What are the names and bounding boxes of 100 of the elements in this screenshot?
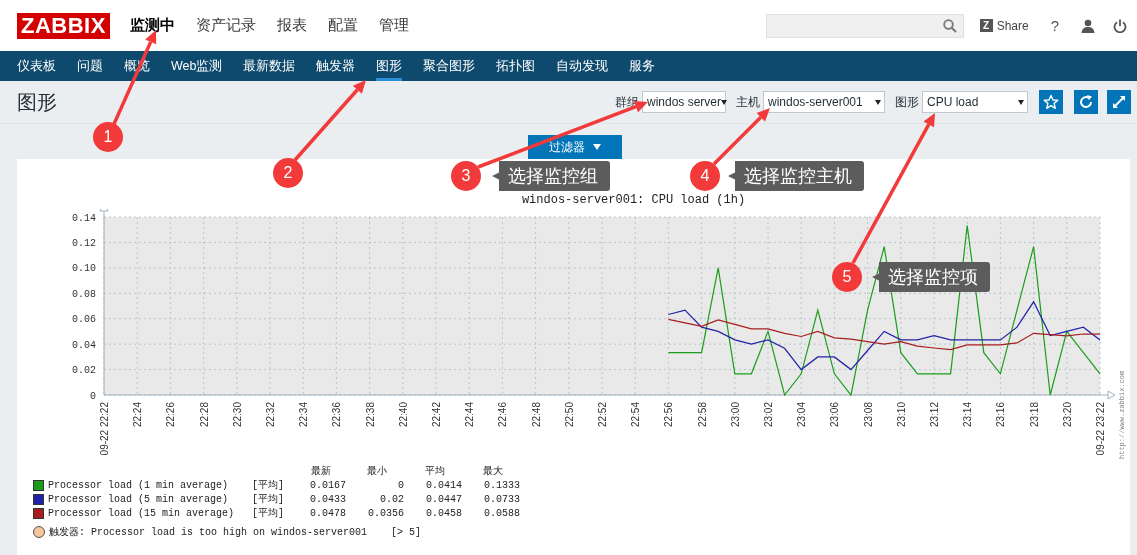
legend-value: 0.0167	[309, 479, 346, 492]
nav-item[interactable]: 聚合图形	[423, 51, 476, 81]
help-button[interactable]: ?	[1046, 15, 1063, 36]
y-tick-label: 0.06	[72, 314, 96, 326]
y-tick-label: 0.08	[72, 288, 96, 300]
y-tick-label: 0.10	[72, 263, 96, 275]
nav-item[interactable]: 服务	[629, 51, 656, 81]
x-tick-label: 22:24	[132, 402, 144, 428]
x-tick-label: 22:40	[397, 402, 409, 428]
legend-value: 0.0588	[483, 507, 520, 520]
nav-item[interactable]: 拓扑图	[496, 51, 536, 81]
x-tick-label: 22:46	[497, 402, 509, 428]
fullscreen-button[interactable]	[1107, 90, 1131, 114]
main-menu-item[interactable]: 报表	[276, 16, 307, 35]
x-tick-label: 22:28	[198, 402, 210, 428]
x-tick-label: 22:30	[231, 402, 243, 428]
x-tick-label: 22:44	[464, 402, 476, 428]
x-tick-label: 22:42	[431, 402, 442, 428]
legend-value: 0.0478	[309, 507, 346, 520]
zabbix-share-icon: Z	[979, 19, 993, 32]
annotation-callout: 选择监控组	[492, 161, 610, 191]
main-menu-item[interactable]: 资产记录	[195, 16, 256, 35]
nav-item[interactable]: 触发器	[316, 51, 356, 81]
main-menu-item[interactable]: 配置	[327, 16, 358, 35]
nav-item[interactable]: 最新数据	[243, 51, 296, 81]
dropdown-arrow-icon	[721, 99, 728, 105]
dropdown[interactable]: CPU load	[922, 91, 1028, 113]
legend-column-header: 最新	[310, 465, 332, 478]
y-tick-label: 0	[90, 390, 96, 402]
x-tick-label: 22:54	[630, 402, 642, 428]
trigger-text: 触发器: Processor load is too high on windos-server001	[49, 526, 368, 539]
x-tick-label: 22:56	[663, 402, 675, 428]
legend-column-header: 最大	[482, 465, 504, 478]
y-tick-label: 0.02	[72, 365, 96, 377]
legend-column-header: 平均	[424, 465, 446, 478]
filter-label: 图形	[895, 93, 919, 111]
x-tick-label: 22:34	[298, 402, 310, 428]
legend-value: 0.1333	[483, 479, 520, 492]
trigger-threshold: [> 5]	[391, 526, 422, 538]
x-tick-label: 22:50	[563, 402, 575, 428]
x-tick-label: 23:00	[729, 402, 741, 428]
nav-item[interactable]: 自动发现	[556, 51, 609, 81]
legend-item-name: Processor load (1 min average)	[48, 479, 230, 492]
zabbix-logo[interactable]: ZABBIX	[17, 12, 110, 39]
refresh-icon	[1078, 94, 1094, 110]
search-field[interactable]	[765, 13, 964, 38]
x-tick-label: 23:04	[796, 402, 808, 428]
legend-item-name: Processor load (15 min average)	[48, 507, 236, 520]
y-tick-label: 0.04	[72, 339, 96, 351]
legend-value: 0.0447	[425, 493, 462, 506]
step-number-badge: 1	[93, 122, 123, 152]
nav-item[interactable]: 图形	[376, 51, 403, 81]
legend-value: 0.0733	[483, 493, 520, 506]
annotation-callout: 选择监控主机	[728, 161, 864, 191]
user-icon[interactable]	[1081, 18, 1095, 33]
x-tick-label: 23:10	[895, 402, 907, 428]
power-icon[interactable]	[1113, 18, 1127, 33]
main-menu-item[interactable]: 监测中	[129, 16, 175, 35]
legend-value: 0.0458	[425, 507, 462, 520]
x-tick-label: 23:02	[763, 402, 774, 428]
annotation-callout: 选择监控项	[872, 262, 990, 292]
legend-column-header: 最小	[366, 465, 388, 478]
favourite-button[interactable]	[1039, 90, 1063, 114]
legend-item-name: Processor load (5 min average)	[48, 493, 230, 506]
x-tick-label: 22:48	[530, 402, 542, 428]
arrow	[712, 108, 770, 166]
legend-value: 0.0414	[425, 479, 462, 492]
x-tick-label: 22:36	[331, 402, 343, 428]
legend-value: 0.0356	[367, 507, 404, 520]
x-tick-label: 23:18	[1028, 402, 1040, 428]
filter-tab[interactable]: 过滤器	[528, 135, 622, 159]
dropdown-arrow-icon	[875, 99, 881, 105]
legend-value: 0.0433	[309, 493, 346, 506]
nav-item[interactable]: 问题	[77, 51, 103, 81]
share-button[interactable]: Z Share	[977, 16, 1031, 35]
main-menu-item[interactable]: 管理	[378, 16, 409, 35]
x-tick-label: 22:26	[165, 402, 177, 428]
star-icon	[1043, 94, 1059, 110]
search-icon[interactable]	[942, 18, 957, 33]
y-tick-label: 0.14	[72, 212, 96, 224]
x-tick-label: 09-22 23:22	[1095, 402, 1106, 456]
x-tick-label: 23:12	[929, 402, 940, 428]
filter-label: 主机	[736, 93, 760, 111]
x-tick-label: 22:32	[265, 402, 276, 428]
legend-function: [平均]	[252, 479, 285, 492]
y-tick-label: 0.12	[72, 237, 96, 249]
dropdown[interactable]: windos server	[642, 91, 726, 113]
fullscreen-icon	[1111, 94, 1127, 110]
dropdown[interactable]: windos-server001	[763, 91, 885, 113]
graph-title: windos-server001: CPU load (1h)	[521, 193, 746, 207]
x-tick-label: 23:20	[1061, 402, 1073, 428]
refresh-button[interactable]	[1074, 90, 1098, 114]
x-tick-label: 22:38	[364, 402, 376, 428]
legend-function: [平均]	[252, 507, 285, 520]
nav-item[interactable]: Web监测	[171, 51, 223, 81]
legend-function: [平均]	[252, 493, 285, 506]
caret-icon	[593, 144, 601, 150]
page-title: 图形	[17, 89, 57, 115]
nav-item[interactable]: 仪表板	[17, 51, 56, 81]
legend-value: 0.02	[379, 493, 404, 506]
